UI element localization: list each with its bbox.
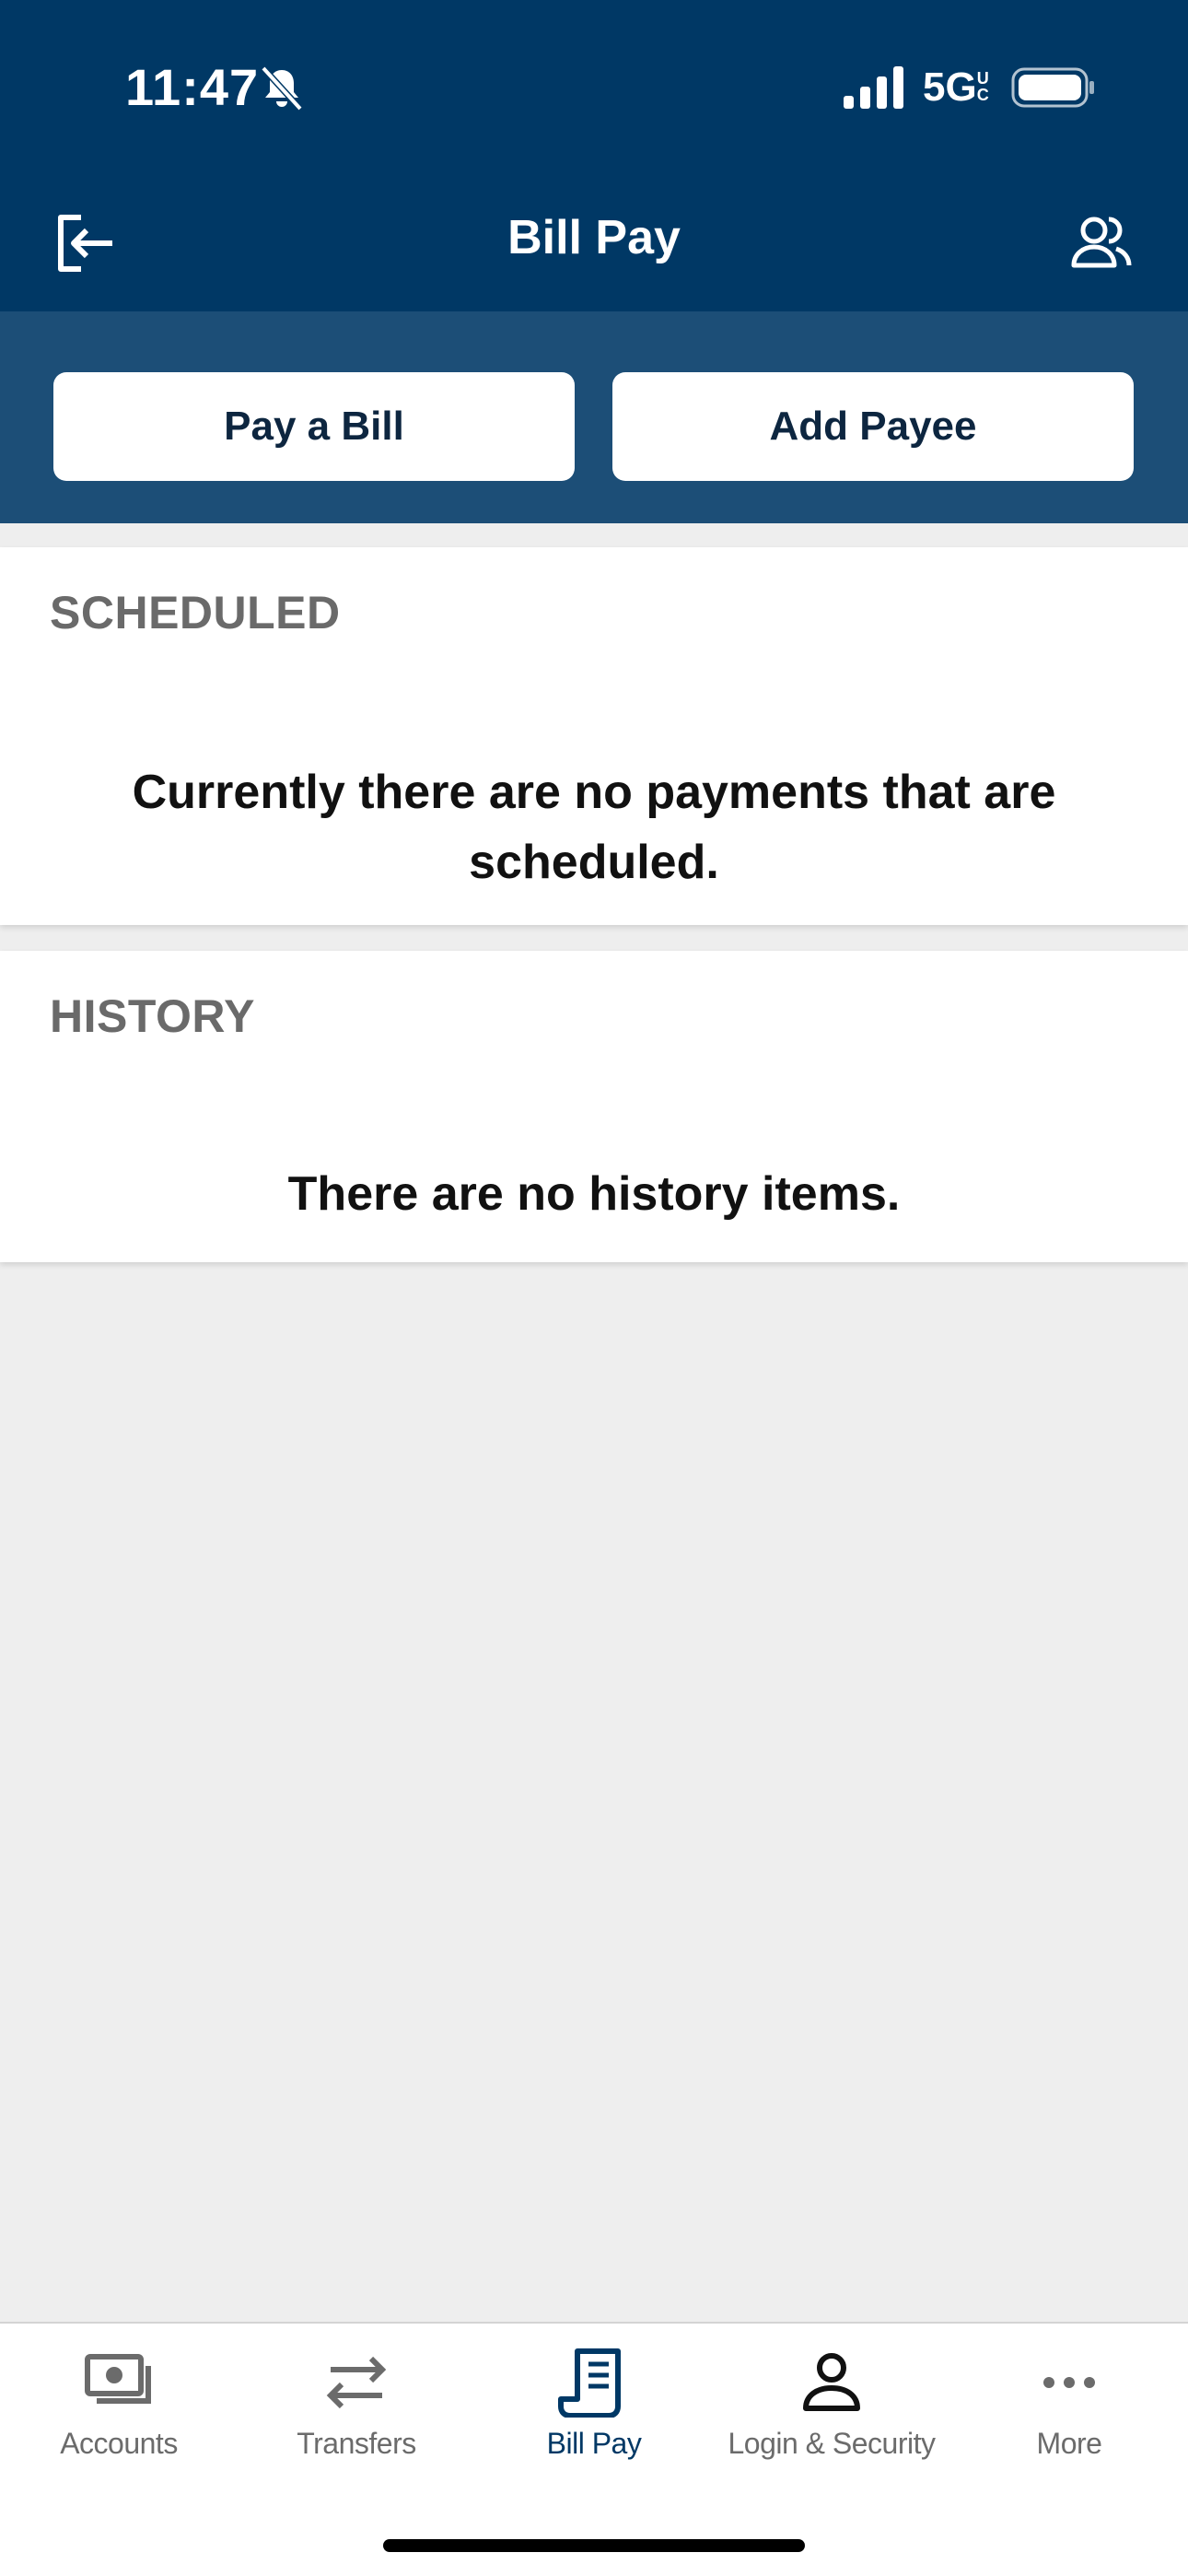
action-row: Pay a Bill Add Payee <box>0 311 1188 523</box>
tab-transfers-label: Transfers <box>297 2427 416 2460</box>
tab-more-label: More <box>1036 2427 1102 2460</box>
more-icon <box>1043 2377 1095 2388</box>
tab-more[interactable]: More <box>950 2324 1188 2508</box>
signal-icon <box>844 66 903 109</box>
tab-login-security[interactable]: Login & Security <box>713 2324 950 2508</box>
tab-transfers[interactable]: Transfers <box>238 2324 475 2508</box>
bottom-tab-bar: Accounts Transfers Bill Pay Login & Secu… <box>0 2322 1188 2576</box>
bell-slash-icon <box>261 65 303 111</box>
tab-bill-pay-label: Bill Pay <box>546 2427 642 2460</box>
tab-accounts[interactable]: Accounts <box>0 2324 238 2508</box>
status-bar: 11:47 5GUC <box>0 0 1188 175</box>
scheduled-empty-message: Currently there are no payments that are… <box>132 766 1056 889</box>
bill-pay-icon <box>558 2348 621 2418</box>
home-indicator <box>383 2539 805 2552</box>
tab-accounts-label: Accounts <box>60 2427 178 2460</box>
scheduled-heading: SCHEDULED <box>50 587 341 638</box>
nav-header: Bill Pay <box>0 175 1188 311</box>
pay-a-bill-button[interactable]: Pay a Bill <box>53 372 575 481</box>
accounts-icon <box>85 2354 151 2404</box>
tab-bill-pay[interactable]: Bill Pay <box>475 2324 713 2508</box>
profile-icon[interactable] <box>1068 212 1135 275</box>
history-section: HISTORY There are no history items. <box>0 951 1188 1262</box>
status-time: 11:47 <box>125 58 260 116</box>
history-empty-message: There are no history items. <box>287 1167 901 1221</box>
network-suffix: UC <box>976 69 989 104</box>
transfers-icon <box>326 2356 387 2409</box>
login-security-icon <box>803 2353 860 2411</box>
bill-pay-screen: 11:47 5GUC Bill Pay Pay a Bill Add Payee… <box>0 0 1188 2576</box>
top-bar: 11:47 5GUC Bill Pay <box>0 0 1188 311</box>
history-heading: HISTORY <box>50 990 255 1042</box>
add-payee-button[interactable]: Add Payee <box>612 372 1134 481</box>
tab-login-security-label: Login & Security <box>728 2427 936 2460</box>
battery-icon <box>1011 67 1094 108</box>
page-title: Bill Pay <box>507 211 681 264</box>
scheduled-section: SCHEDULED Currently there are no payment… <box>0 547 1188 925</box>
network-label: 5GUC <box>923 64 996 111</box>
